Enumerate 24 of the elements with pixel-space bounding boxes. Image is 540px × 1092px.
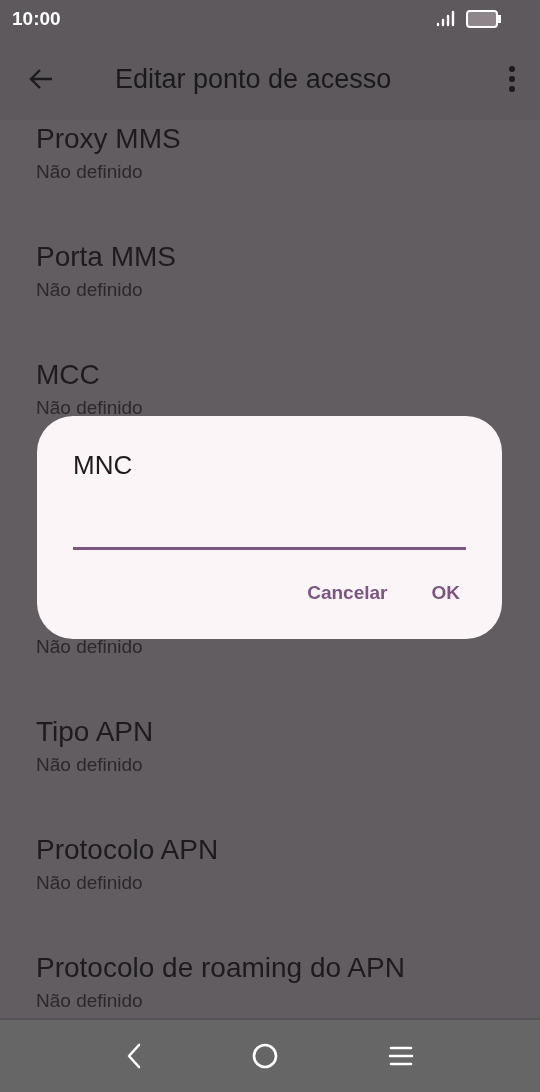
- more-options-icon[interactable]: [508, 66, 516, 92]
- dialog-button[interactable]: Cancelar: [301, 578, 394, 608]
- dialog-button[interactable]: OK: [425, 578, 466, 608]
- battery-icon: [466, 9, 502, 29]
- dialog-title: MNC: [73, 450, 133, 481]
- menu-icon[interactable]: [388, 1045, 414, 1067]
- setting-summary: Não definido: [36, 160, 143, 184]
- setting-summary: Não definido: [36, 396, 143, 420]
- status-time: 10:00: [12, 8, 62, 30]
- setting-summary: Não definido: [36, 871, 143, 895]
- setting-summary: Não definido: [36, 753, 143, 777]
- setting-summary: Não definido: [36, 278, 143, 302]
- setting-summary: Não definido: [36, 635, 143, 659]
- setting-title[interactable]: Porta MMS: [36, 239, 177, 275]
- back-icon[interactable]: [126, 1043, 142, 1069]
- home-icon[interactable]: [252, 1043, 278, 1069]
- screen-title: Editar ponto de acesso: [115, 63, 393, 95]
- signal-icon: [436, 10, 456, 28]
- setting-title[interactable]: Protocolo APN: [36, 832, 219, 868]
- setting-title[interactable]: Tipo APN: [36, 714, 154, 750]
- setting-title[interactable]: MCC: [36, 357, 100, 393]
- setting-title[interactable]: Protocolo de roaming do APN: [36, 950, 405, 986]
- setting-summary: Não definido: [36, 989, 143, 1013]
- setting-title[interactable]: Proxy MMS: [36, 121, 181, 157]
